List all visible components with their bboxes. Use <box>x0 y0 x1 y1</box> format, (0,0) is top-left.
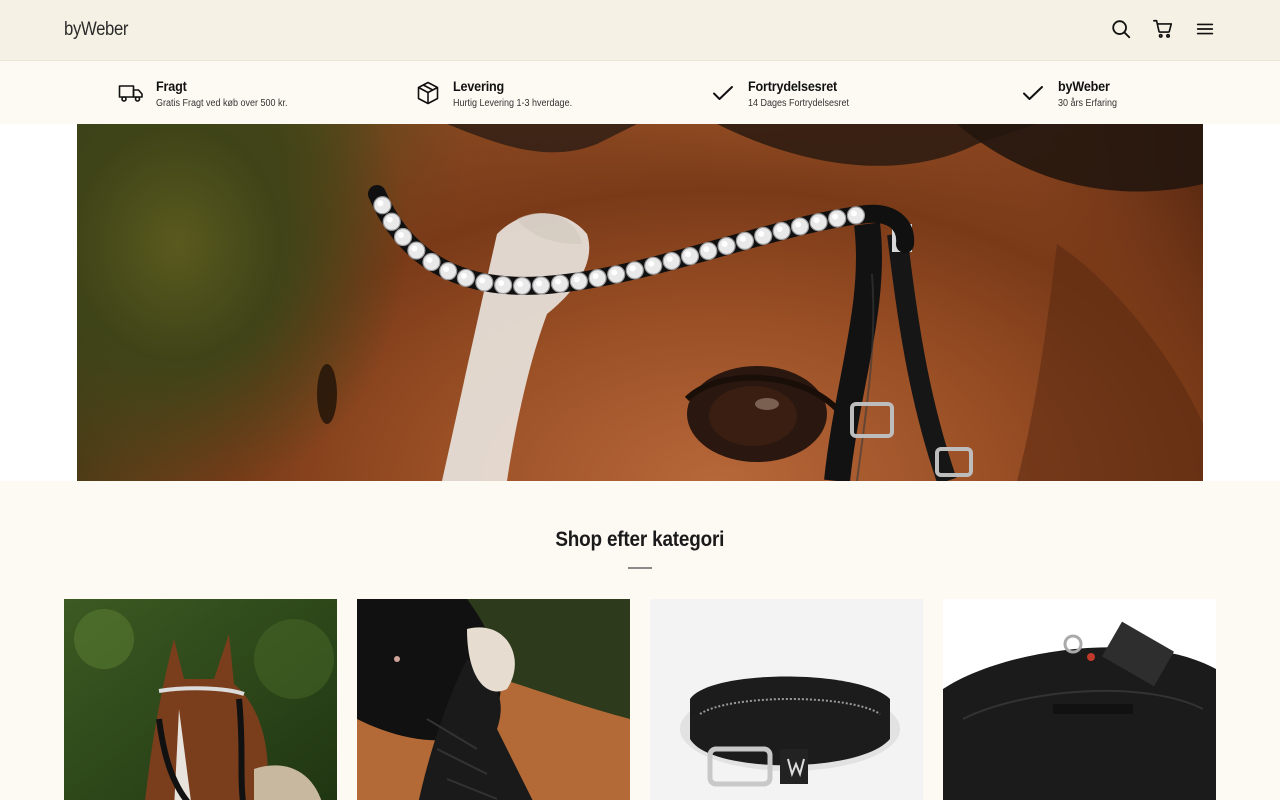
usp-subtitle: Hurtig Levering 1-3 hverdage. <box>453 98 573 109</box>
browband-crystal-highlight <box>411 245 418 252</box>
category-card-horse-browband[interactable] <box>64 599 337 800</box>
browband-crystal-highlight <box>813 217 820 224</box>
browband-crystal-highlight <box>666 256 673 263</box>
usp-item-byweber: byWeber 30 års Erfaring <box>1020 61 1124 124</box>
browband-crystal-highlight <box>479 277 486 284</box>
check-icon <box>1020 80 1046 106</box>
browband-crystal-highlight <box>386 216 393 223</box>
browband-crystal-highlight <box>739 235 746 242</box>
browband-crystal-highlight <box>832 213 839 220</box>
cart-icon[interactable] <box>1152 17 1174 41</box>
divider <box>628 567 652 569</box>
browband-crystal-highlight <box>703 246 710 253</box>
browband-crystal-highlight <box>555 278 562 285</box>
usp-item-levering: Levering Hurtig Levering 1-3 hverdage. <box>415 61 585 124</box>
browband-crystal-highlight <box>795 221 802 228</box>
category-section: Shop efter kategori <box>0 481 1280 800</box>
browband-crystal-highlight <box>629 265 636 272</box>
browband-crystal-highlight <box>517 280 524 287</box>
hero-image[interactable] <box>77 124 1203 481</box>
browband-crystal-highlight <box>592 273 599 280</box>
category-card-belt[interactable] <box>650 599 923 800</box>
browband-crystal-highlight <box>398 232 405 239</box>
browband-crystal-highlight <box>684 251 691 258</box>
browband-crystal-highlight <box>776 226 783 233</box>
menu-icon[interactable] <box>1194 17 1216 41</box>
usp-bar: Fragt Gratis Fragt ved køb over 500 kr. … <box>0 61 1280 124</box>
usp-item-fortrydelsesret: Fortrydelsesret 14 Dages Fortrydelsesret <box>710 61 860 124</box>
usp-title: Levering <box>453 78 505 94</box>
browband-crystal-highlight <box>648 260 655 267</box>
browband-crystal-highlight <box>573 276 580 283</box>
category-card-saddle-pad[interactable] <box>357 599 630 800</box>
usp-item-fragt: Fragt Gratis Fragt ved køb over 500 kr. <box>118 61 302 124</box>
site-header: byWeber <box>0 0 1280 61</box>
usp-title: byWeber <box>1058 78 1110 94</box>
browband-crystal-highlight <box>460 272 467 279</box>
category-card-girth[interactable] <box>943 599 1216 800</box>
usp-subtitle: 30 års Erfaring <box>1058 98 1118 109</box>
browband-crystal-highlight <box>611 269 618 276</box>
browband-crystal-highlight <box>498 280 505 287</box>
browband-crystal-highlight <box>426 257 433 264</box>
package-icon <box>415 80 441 106</box>
browband-crystal-highlight <box>721 240 728 247</box>
usp-title: Fortrydelsesret <box>748 78 838 94</box>
section-title: Shop efter kategori <box>555 528 725 551</box>
hero-section <box>0 124 1280 481</box>
browband-crystal-highlight <box>443 266 450 273</box>
header-actions <box>1110 17 1216 41</box>
usp-title: Fragt <box>156 78 187 94</box>
browband-crystal-highlight <box>850 210 857 217</box>
browband-crystal-highlight <box>536 280 543 287</box>
category-grid <box>64 599 1216 800</box>
browband-crystal-highlight <box>758 230 765 237</box>
check-icon <box>710 80 736 106</box>
browband-crystal-highlight <box>377 200 384 207</box>
search-icon[interactable] <box>1110 17 1132 41</box>
usp-subtitle: 14 Dages Fortrydelsesret <box>748 98 850 109</box>
usp-subtitle: Gratis Fragt ved køb over 500 kr. <box>156 98 288 109</box>
truck-icon <box>118 80 144 106</box>
logo[interactable]: byWeber <box>64 19 128 41</box>
